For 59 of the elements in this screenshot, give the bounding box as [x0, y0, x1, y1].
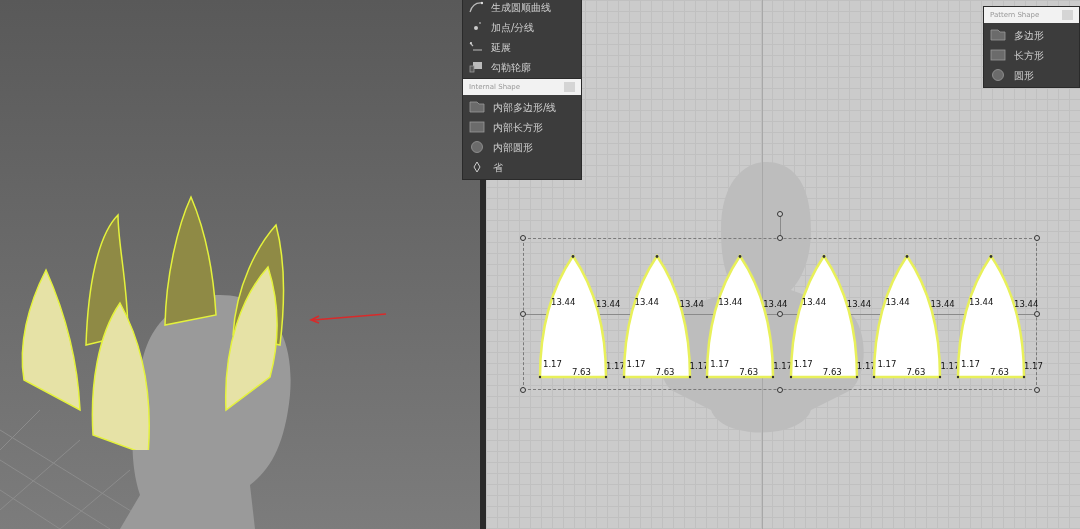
menu-item[interactable]: 省 — [463, 157, 581, 177]
edge-length-label: 7.63 — [739, 368, 759, 377]
trace-tool-icon — [469, 61, 483, 73]
transform-handle[interactable] — [520, 235, 526, 241]
curve-tool-icon — [469, 1, 483, 13]
corner-length-label: 1.17 — [940, 362, 960, 371]
edge-length-label: 13.44 — [718, 298, 743, 307]
menu-item[interactable]: 生成圆顺曲线 — [463, 0, 581, 17]
edge-length-label: 7.63 — [906, 368, 926, 377]
menu-item[interactable]: 内部多边形/线 — [463, 97, 581, 117]
edge-length-label: 7.63 — [822, 368, 842, 377]
menu-item[interactable]: 勾勒轮廓 — [463, 57, 581, 77]
transform-handle[interactable] — [520, 311, 526, 317]
corner-length-label: 1.17 — [773, 362, 793, 371]
transform-handle[interactable] — [1034, 387, 1040, 393]
transform-handle[interactable] — [777, 211, 783, 217]
corner-length-label: 1.17 — [689, 362, 709, 371]
corner-length-label: 1.17 — [877, 360, 897, 369]
transform-handle[interactable] — [777, 387, 783, 393]
corner-length-label: 1.17 — [793, 360, 813, 369]
rectangle-icon — [469, 121, 485, 133]
panel-toggle[interactable] — [1062, 10, 1073, 20]
transform-handle[interactable] — [777, 311, 783, 317]
transform-handle[interactable] — [520, 387, 526, 393]
edge-length-label: 13.44 — [969, 298, 994, 307]
corner-length-label: 1.17 — [710, 360, 730, 369]
rectangle-icon — [990, 49, 1006, 61]
edge-length-label: 13.44 — [551, 298, 576, 307]
edge-length-label: 13.44 — [801, 298, 827, 307]
transform-handle[interactable] — [1034, 235, 1040, 241]
edge-length-label: 13.44 — [885, 298, 910, 307]
edge-length-label: 13.44 — [846, 300, 872, 309]
menu-item[interactable]: 内部圆形 — [463, 137, 581, 157]
transform-handle[interactable] — [777, 235, 783, 241]
corner-length-label: 1.17 — [626, 360, 646, 369]
menu-item[interactable]: 加点/分线 — [463, 17, 581, 37]
menu-item[interactable]: 内部长方形 — [463, 117, 581, 137]
circle-icon — [469, 141, 485, 153]
edge-length-label: 13.44 — [679, 300, 704, 309]
edge-length-label: 7.63 — [572, 368, 591, 377]
edge-length-label: 13.44 — [596, 300, 621, 309]
extend-tool-icon — [469, 41, 483, 53]
edge-length-label: 7.63 — [655, 368, 675, 377]
menu-item[interactable]: 延展 — [463, 37, 581, 57]
edge-length-label: 7.63 — [990, 368, 1009, 377]
corner-length-label: 1.17 — [543, 360, 562, 369]
corner-length-label: 1.17 — [606, 362, 625, 371]
menu-item[interactable]: 圆形 — [984, 65, 1079, 85]
edge-length-label: 13.44 — [1014, 300, 1039, 309]
menu-item[interactable]: 多边形 — [984, 25, 1079, 45]
edge-length-label: 13.44 — [634, 298, 659, 307]
edge-length-label: 13.44 — [930, 300, 955, 309]
circle-icon — [990, 69, 1006, 81]
corner-length-label: 1.17 — [1024, 362, 1043, 371]
panel-toggle[interactable] — [564, 82, 575, 92]
transform-handle[interactable] — [1034, 311, 1040, 317]
edge-length-label: 13.44 — [763, 300, 788, 309]
corner-length-label: 1.17 — [961, 360, 980, 369]
menu-item[interactable]: 长方形 — [984, 45, 1079, 65]
